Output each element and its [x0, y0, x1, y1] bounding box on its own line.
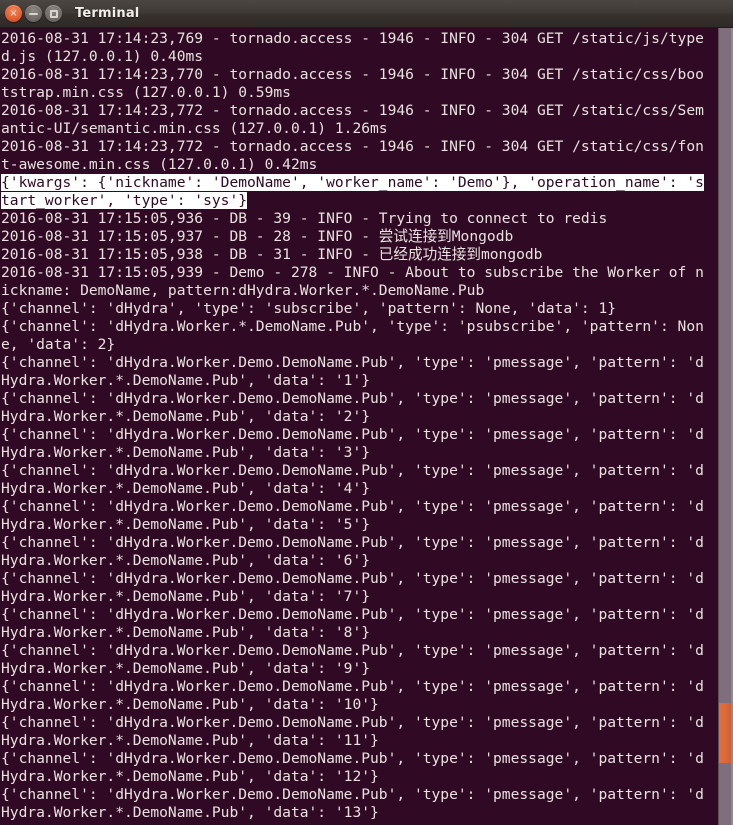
terminal-line: Hydra.Worker.*.DemoName.Pub', 'data': '1…: [1, 696, 379, 713]
terminal-line: {'channel': 'dHydra.Worker.Demo.DemoName…: [1, 390, 704, 407]
terminal-line: Hydra.Worker.*.DemoName.Pub', 'data': '2…: [1, 408, 371, 425]
terminal-line: {'channel': 'dHydra.Worker.Demo.DemoName…: [1, 606, 704, 623]
terminal-line: {'channel': 'dHydra.Worker.Demo.DemoName…: [1, 642, 704, 659]
terminal-line: Hydra.Worker.*.DemoName.Pub', 'data': '1…: [1, 732, 379, 749]
selected-text[interactable]: {'kwargs': {'nickname': 'DemoName', 'wor…: [1, 174, 704, 191]
selected-text[interactable]: tart_worker', 'type': 'sys'}: [1, 192, 248, 209]
terminal-line: Hydra.Worker.*.DemoName.Pub', 'data': '1…: [1, 804, 379, 821]
terminal-line: 2016-08-31 17:14:23,772 - tornado.access…: [1, 138, 704, 155]
terminal-line: {'kwargs': {'nickname': 'DemoName', 'wor…: [1, 174, 718, 192]
terminal-line: 2016-08-31 17:14:23,772 - tornado.access…: [1, 102, 704, 119]
terminal-line: Hydra.Worker.*.DemoName.Pub', 'data': '1…: [1, 768, 379, 785]
maximize-icon: [49, 9, 58, 18]
terminal-line: Hydra.Worker.*.DemoName.Pub', 'data': '6…: [1, 552, 371, 569]
terminal-line: e, 'data': 2}: [1, 336, 116, 353]
terminal-line: {'channel': 'dHydra.Worker.*.DemoName.Pu…: [1, 318, 704, 335]
terminal-line: {'channel': 'dHydra.Worker.Demo.DemoName…: [1, 570, 704, 587]
terminal-output[interactable]: 2016-08-31 17:14:23,769 - tornado.access…: [0, 28, 718, 822]
terminal-line: {'channel': 'dHydra.Worker.Demo.DemoName…: [1, 462, 704, 479]
terminal-line: Hydra.Worker.*.DemoName.Pub', 'data': '5…: [1, 516, 371, 533]
close-icon: ×: [9, 7, 18, 19]
close-button[interactable]: ×: [5, 5, 22, 22]
terminal-window: × Terminal 2016-08-31 17:14:23,769 - tor…: [0, 0, 733, 825]
maximize-button[interactable]: [45, 5, 62, 22]
terminal-line: 2016-08-31 17:15:05,938 - DB - 31 - INFO…: [1, 246, 543, 263]
terminal-line: 2016-08-31 17:15:05,939 - Demo - 278 - I…: [1, 264, 704, 281]
terminal-line: {'channel': 'dHydra', 'type': 'subscribe…: [1, 300, 617, 317]
terminal-line: Hydra.Worker.*.DemoName.Pub', 'data': '8…: [1, 624, 371, 641]
terminal-line: {'channel': 'dHydra.Worker.Demo.DemoName…: [1, 426, 704, 443]
terminal-line: Hydra.Worker.*.DemoName.Pub', 'data': '4…: [1, 480, 371, 497]
terminal-line: {'channel': 'dHydra.Worker.Demo.DemoName…: [1, 714, 704, 731]
terminal-line: Hydra.Worker.*.DemoName.Pub', 'data': '3…: [1, 444, 371, 461]
terminal-line: t-awesome.min.css (127.0.0.1) 0.42ms: [1, 156, 318, 173]
title-bar[interactable]: × Terminal: [0, 0, 733, 28]
terminal-line: ickname: DemoName, pattern:dHydra.Worker…: [1, 282, 485, 299]
terminal-line: {'channel': 'dHydra.Worker.Demo.DemoName…: [1, 534, 704, 551]
terminal-line: d.js (127.0.0.1) 0.40ms: [1, 48, 204, 65]
terminal-line: {'channel': 'dHydra.Worker.Demo.DemoName…: [1, 750, 704, 767]
minimize-button[interactable]: [25, 5, 42, 22]
terminal-line: {'channel': 'dHydra.Worker.Demo.DemoName…: [1, 678, 704, 695]
terminal-line: 2016-08-31 17:15:05,937 - DB - 28 - INFO…: [1, 228, 514, 245]
terminal-line: Hydra.Worker.*.DemoName.Pub', 'data': '7…: [1, 588, 371, 605]
terminal-line: {'channel': 'dHydra.Worker.Demo.DemoName…: [1, 354, 704, 371]
terminal-line: antic-UI/semantic.min.css (127.0.0.1) 1.…: [1, 120, 388, 137]
terminal-line: 2016-08-31 17:14:23,770 - tornado.access…: [1, 66, 704, 83]
terminal-line: {'channel': 'dHydra.Worker.Demo.DemoName…: [1, 498, 704, 515]
minimize-icon: [29, 13, 38, 15]
terminal-line: 2016-08-31 17:14:23,769 - tornado.access…: [1, 30, 704, 47]
terminal-body[interactable]: 2016-08-31 17:14:23,769 - tornado.access…: [0, 28, 733, 825]
terminal-line: tstrap.min.css (127.0.0.1) 0.59ms: [1, 84, 291, 101]
terminal-line: tart_worker', 'type': 'sys'}: [1, 192, 718, 210]
terminal-line: 2016-08-31 17:15:05,936 - DB - 39 - INFO…: [1, 210, 608, 227]
terminal-line: Hydra.Worker.*.DemoName.Pub', 'data': '9…: [1, 660, 371, 677]
window-title: Terminal: [75, 6, 140, 21]
terminal-line: Hydra.Worker.*.DemoName.Pub', 'data': '1…: [1, 372, 371, 389]
terminal-line: {'channel': 'dHydra.Worker.Demo.DemoName…: [1, 786, 704, 803]
